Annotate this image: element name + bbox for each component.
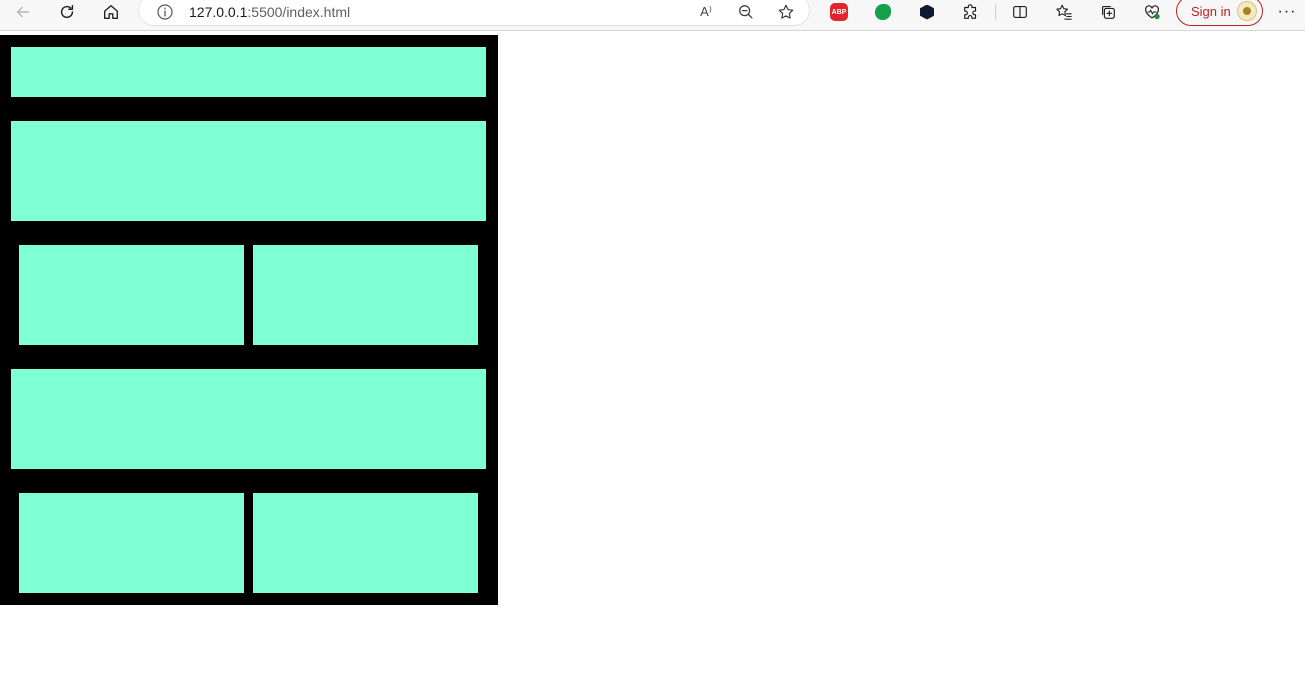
evernote-icon bbox=[875, 4, 891, 20]
full-width-box-2 bbox=[11, 369, 486, 469]
hex-extension-icon bbox=[920, 4, 934, 20]
sign-in-label: Sign in bbox=[1191, 3, 1231, 19]
half-box-right-1 bbox=[253, 245, 478, 345]
favorites-icon bbox=[1056, 4, 1072, 20]
refresh-icon bbox=[60, 4, 74, 19]
extensions-puzzle-icon bbox=[964, 4, 977, 19]
url-text[interactable]: 127.0.0.1:5500/index.html bbox=[189, 4, 350, 20]
full-width-box-1 bbox=[11, 121, 486, 221]
half-box-left-1 bbox=[19, 245, 244, 345]
split-screen-icon bbox=[1013, 6, 1027, 18]
browser-essentials-button[interactable] bbox=[1137, 0, 1167, 24]
sign-in-button[interactable]: Sign in bbox=[1176, 0, 1263, 26]
url-path: :5500/index.html bbox=[247, 4, 351, 20]
avatar-center bbox=[1243, 7, 1251, 15]
back-icon bbox=[16, 6, 30, 18]
zoom-out-button[interactable] bbox=[734, 2, 758, 22]
back-button[interactable] bbox=[8, 0, 38, 24]
browser-essentials-icon bbox=[1145, 5, 1160, 20]
half-box-right-2 bbox=[253, 493, 478, 593]
more-icon[interactable]: ··· bbox=[1275, 0, 1299, 24]
zoom-out-icon bbox=[739, 5, 753, 19]
split-screen-button[interactable] bbox=[1005, 0, 1035, 24]
collections-icon bbox=[1102, 6, 1115, 19]
home-icon bbox=[104, 5, 118, 19]
profile-avatar-icon bbox=[1237, 1, 1257, 21]
page-container bbox=[0, 35, 498, 605]
refresh-button[interactable] bbox=[52, 0, 82, 24]
evernote-extension[interactable] bbox=[872, 1, 894, 23]
browser-toolbar: 127.0.0.1:5500/index.html A⁾ ABP Sign in… bbox=[0, 0, 1305, 31]
collections-button[interactable] bbox=[1093, 0, 1123, 24]
favorite-button[interactable] bbox=[774, 2, 798, 22]
adblock-plus-icon: ABP bbox=[830, 3, 848, 21]
read-aloud-icon[interactable]: A⁾ bbox=[694, 2, 718, 22]
favorites-button[interactable] bbox=[1049, 0, 1079, 24]
hex-extension[interactable] bbox=[916, 1, 938, 23]
half-box-left-2 bbox=[19, 493, 244, 593]
url-host: 127.0.0.1 bbox=[189, 4, 248, 20]
favorite-star-icon bbox=[778, 4, 794, 19]
info-icon[interactable] bbox=[157, 4, 173, 20]
adblock-extension[interactable]: ABP bbox=[828, 1, 850, 23]
extensions-button[interactable] bbox=[956, 0, 986, 24]
header-box bbox=[11, 47, 486, 97]
toolbar-divider bbox=[995, 4, 996, 20]
home-button[interactable] bbox=[96, 0, 126, 24]
